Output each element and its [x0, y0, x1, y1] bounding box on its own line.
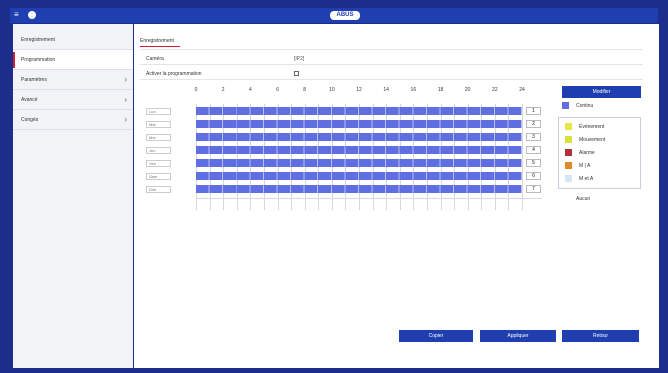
schedule-bar[interactable]: [196, 159, 522, 167]
schedule-bar[interactable]: [196, 185, 522, 193]
enable-schedule-label: Activer la programmation: [146, 71, 202, 77]
day-row: Jeu 4: [142, 145, 542, 155]
hour-tick-label: 24: [519, 87, 525, 93]
apply-button[interactable]: Appliquer: [480, 330, 556, 342]
sidebar-item-holidays[interactable]: Congés ›: [13, 110, 133, 130]
modify-button[interactable]: Modifier: [562, 86, 641, 98]
menu-icon[interactable]: ≡: [14, 11, 22, 19]
day-row: Mer 3: [142, 132, 542, 142]
tab-underline: [140, 46, 180, 47]
hour-tick-label: 14: [383, 87, 389, 93]
legend-continuous[interactable]: Continu: [562, 101, 641, 111]
hour-tick-label: 0: [194, 87, 198, 93]
sidebar-item-recording[interactable]: Enregistrement: [13, 30, 133, 50]
sidebar: Enregistrement Programmation Paramètres …: [13, 24, 133, 368]
hour-tick-label: 12: [356, 87, 362, 93]
legend-label: Événement: [579, 124, 605, 130]
hour-tick-label: 8: [303, 87, 307, 93]
legend-label: Continu: [576, 103, 594, 109]
day-name: Ven: [146, 160, 171, 167]
copy-button[interactable]: Copier: [399, 330, 473, 342]
schedule-bar[interactable]: [196, 107, 522, 115]
day-copy-button[interactable]: 6: [526, 172, 541, 180]
chevron-right-icon: ›: [124, 95, 127, 104]
legend-label: M et A: [579, 176, 594, 182]
hour-tick-label: 6: [276, 87, 279, 93]
brand-logo: ABUS: [330, 11, 360, 20]
camera-label: Caméra: [146, 56, 164, 62]
day-name: Mar: [146, 121, 171, 128]
legend-swatch: [565, 136, 572, 143]
day-row: Mar 2: [142, 119, 542, 129]
divider: [140, 79, 643, 80]
legend-item-motion-or-alarm[interactable]: M | A: [565, 161, 640, 171]
hour-tick-label: 2: [221, 87, 225, 93]
legend-swatch: [565, 123, 572, 130]
hour-tick-label: 18: [437, 87, 444, 93]
chevron-right-icon: ›: [124, 115, 127, 124]
schedule-bar[interactable]: [196, 146, 522, 154]
day-row: Ven 5: [142, 158, 542, 168]
hour-tick-label: 16: [410, 87, 417, 93]
schedule-grid[interactable]: 0 2 4 6 8 10 12 14 16 18 20 22 24 Lun 1 Mar 2 Mer 3 Jeu 4 Ve…: [142, 84, 542, 214]
legend-swatch: [565, 149, 572, 156]
camera-select[interactable]: [IP2]: [294, 56, 304, 62]
legend-box: Événement Mouvement Alarme M | A M et A: [558, 117, 641, 189]
main-panel: Enregistrement Caméra [IP2] Activer la p…: [134, 24, 659, 368]
legend-label: Mouvement: [579, 137, 606, 143]
day-copy-button[interactable]: 1: [526, 107, 541, 115]
hour-tick-label: 10: [329, 87, 335, 93]
day-row: Lun 1: [142, 106, 542, 116]
day-name: Jeu: [146, 147, 171, 154]
legend-label: Alarme: [579, 150, 595, 156]
legend-item-motion-and-alarm[interactable]: M et A: [565, 174, 640, 184]
schedule-bar[interactable]: [196, 133, 522, 141]
day-row: Dim 7: [142, 184, 542, 194]
legend-swatch: [562, 102, 569, 109]
divider: [140, 49, 643, 50]
legend-swatch: [565, 175, 572, 182]
hour-tick-label: 22: [492, 87, 498, 93]
day-copy-button[interactable]: 7: [526, 185, 541, 193]
legend-label: M | A: [579, 163, 591, 169]
home-icon[interactable]: [28, 11, 36, 19]
day-name: Mer: [146, 134, 171, 141]
day-name: Sam: [146, 173, 171, 180]
sidebar-item-label: Programmation: [21, 57, 56, 63]
hour-tick-label: 20: [464, 87, 471, 93]
enable-schedule-checkbox[interactable]: [294, 71, 299, 76]
legend-item-alarm[interactable]: Alarme: [565, 148, 640, 158]
day-copy-button[interactable]: 4: [526, 146, 541, 154]
tab-recording[interactable]: Enregistrement: [140, 38, 174, 44]
legend-item-none[interactable]: Aucun: [576, 196, 590, 202]
day-copy-button[interactable]: 2: [526, 120, 541, 128]
day-name: Lun: [146, 108, 171, 115]
day-row: Sam 6: [142, 171, 542, 181]
sidebar-item-label: Paramètres: [21, 77, 47, 83]
grid-baseline: [196, 198, 542, 199]
sidebar-item-schedule[interactable]: Programmation: [13, 50, 133, 70]
day-copy-button[interactable]: 5: [526, 159, 541, 167]
sidebar-item-label: Avancé: [21, 97, 38, 103]
sidebar-item-parameters[interactable]: Paramètres ›: [13, 70, 133, 90]
legend-item-event[interactable]: Événement: [565, 122, 640, 132]
sidebar-item-label: Enregistrement: [21, 37, 55, 43]
schedule-bar[interactable]: [196, 172, 522, 180]
sidebar-item-label: Congés: [21, 117, 39, 123]
top-bar: ≡ ABUS: [10, 8, 658, 23]
day-copy-button[interactable]: 3: [526, 133, 541, 141]
divider: [140, 64, 643, 65]
sidebar-item-advanced[interactable]: Avancé ›: [13, 90, 133, 110]
day-name: Dim: [146, 186, 171, 193]
legend-swatch: [565, 162, 572, 169]
legend-item-motion[interactable]: Mouvement: [565, 135, 640, 145]
chevron-right-icon: ›: [124, 75, 127, 84]
hour-tick-label: 4: [248, 87, 252, 93]
schedule-bar[interactable]: [196, 120, 522, 128]
back-button[interactable]: Retour: [562, 330, 639, 342]
